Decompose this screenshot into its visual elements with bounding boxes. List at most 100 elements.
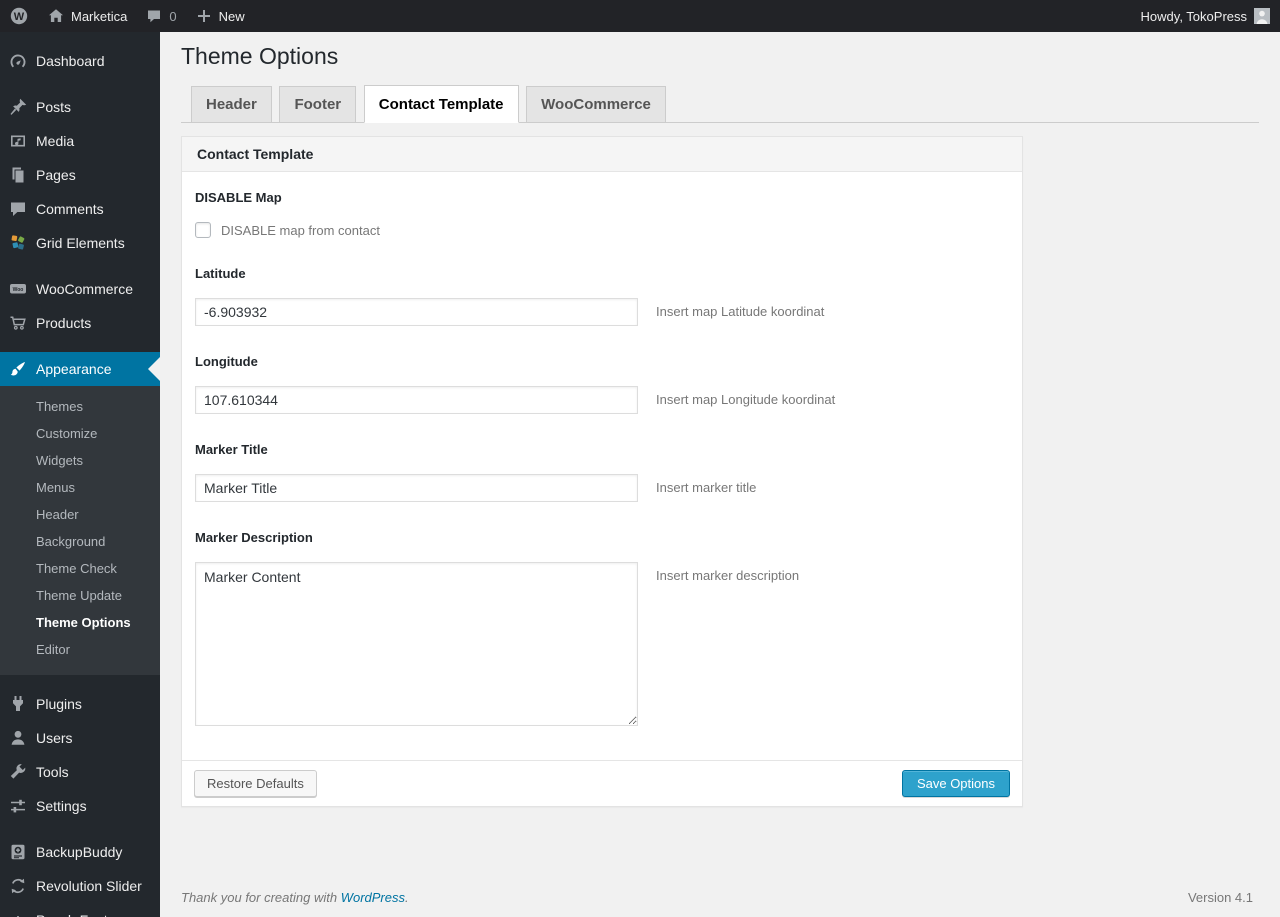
wordpress-link[interactable]: WordPress <box>341 890 405 905</box>
howdy-label: Howdy, TokoPress <box>1140 8 1247 24</box>
disable-map-checkbox[interactable] <box>195 222 211 238</box>
field-hint: Insert map Latitude koordinat <box>656 304 825 319</box>
svg-text:W: W <box>14 11 25 23</box>
main-content: Theme Options Header Footer Contact Temp… <box>160 0 1280 917</box>
submenu-item-background[interactable]: Background <box>0 528 160 555</box>
tab-footer[interactable]: Footer <box>279 86 357 122</box>
home-icon <box>47 7 65 25</box>
comments-counter[interactable]: 0 <box>136 0 185 32</box>
wrench-icon <box>8 762 28 782</box>
pages-icon <box>8 165 28 185</box>
save-options-button[interactable]: Save Options <box>901 770 1010 797</box>
site-name-label: Marketica <box>71 8 128 24</box>
page-footer: Thank you for creating with WordPress. V… <box>181 890 1253 905</box>
page-title: Theme Options <box>181 43 339 69</box>
sidebar-item-revolution-slider[interactable]: Revolution Slider <box>0 869 160 903</box>
field-hint: Insert marker description <box>656 568 800 583</box>
comments-icon <box>8 199 28 219</box>
sidebar-item-pages[interactable]: Pages <box>0 158 160 192</box>
submenu-item-theme-check[interactable]: Theme Check <box>0 555 160 582</box>
longitude-input[interactable] <box>195 386 638 414</box>
sidebar-item-woocommerce[interactable]: Woo WooCommerce <box>0 272 160 306</box>
sidebar-item-comments[interactable]: Comments <box>0 192 160 226</box>
menu-separator <box>0 823 160 835</box>
svg-text:A: A <box>14 913 23 917</box>
letter-a-icon: A <box>8 910 28 917</box>
latitude-input[interactable] <box>195 298 638 326</box>
sliders-icon <box>8 796 28 816</box>
wordpress-logo-menu[interactable]: W <box>0 0 38 32</box>
checkbox-row: DISABLE map from contact <box>195 222 1009 238</box>
sidebar-item-label: BackupBuddy <box>36 844 123 860</box>
sidebar-item-label: Tools <box>36 764 69 780</box>
submenu-item-themes[interactable]: Themes <box>0 393 160 420</box>
tab-contact-template[interactable]: Contact Template <box>363 85 519 123</box>
sidebar-item-label: Grid Elements <box>36 235 125 251</box>
new-label: New <box>218 8 245 24</box>
contact-template-panel: Contact Template DISABLE Map DISABLE map… <box>181 136 1023 807</box>
field-latitude: Latitude Insert map Latitude koordinat <box>195 266 1009 326</box>
panel-footer: Restore Defaults Save Options <box>182 760 1022 806</box>
submenu-item-theme-options[interactable]: Theme Options <box>0 609 160 636</box>
version-label: Version 4.1 <box>1187 890 1253 905</box>
footer-thanks-text: Thank you for creating with <box>181 890 341 905</box>
sidebar-item-users[interactable]: Users <box>0 721 160 755</box>
sidebar-item-tools[interactable]: Tools <box>0 755 160 789</box>
sidebar-item-products[interactable]: Products <box>0 306 160 340</box>
wordpress-logo-icon: W <box>9 6 29 26</box>
marker-description-textarea[interactable]: Marker Content <box>195 562 638 726</box>
site-name-link[interactable]: Marketica <box>38 0 136 32</box>
submenu-item-editor[interactable]: Editor <box>0 636 160 663</box>
field-disable-map: DISABLE Map DISABLE map from contact <box>195 190 1009 238</box>
comment-count: 0 <box>169 8 177 24</box>
field-label: Latitude <box>195 266 246 281</box>
sidebar-item-punch-fonts[interactable]: A Punch Fonts <box>0 903 160 917</box>
sidebar-item-media[interactable]: Media <box>0 124 160 158</box>
tab-woocommerce[interactable]: WooCommerce <box>526 86 666 122</box>
sidebar-item-label: Settings <box>36 798 87 814</box>
appearance-brush-icon <box>8 359 28 379</box>
sidebar-item-plugins[interactable]: Plugins <box>0 687 160 721</box>
field-hint: Insert marker title <box>656 480 757 495</box>
refresh-arrows-icon <box>8 876 28 896</box>
sidebar-item-label: Media <box>36 133 75 149</box>
field-marker-description: Marker Description Marker Content Insert… <box>195 530 1009 726</box>
sidebar-item-appearance[interactable]: Appearance <box>0 352 160 386</box>
comment-bubble-icon <box>145 7 163 25</box>
menu-separator <box>0 675 160 687</box>
current-menu-arrow <box>148 357 160 381</box>
dashboard-icon <box>8 51 28 71</box>
sidebar: Dashboard Posts Media Pages Comments Gri… <box>0 32 160 917</box>
sidebar-item-label: Punch Fonts <box>36 912 115 917</box>
marker-title-input[interactable] <box>195 474 638 502</box>
field-longitude: Longitude Insert map Longitude koordinat <box>195 354 1009 414</box>
submenu-item-header[interactable]: Header <box>0 501 160 528</box>
menu-separator <box>0 78 160 90</box>
sidebar-item-backupbuddy[interactable]: BackupBuddy <box>0 835 160 869</box>
sidebar-item-label: Products <box>36 315 92 331</box>
tab-bar: Header Footer Contact Template WooCommer… <box>181 85 1259 123</box>
submenu-item-menus[interactable]: Menus <box>0 474 160 501</box>
footer-thanks-period: . <box>405 890 409 905</box>
field-label: Longitude <box>195 354 258 369</box>
cart-icon <box>8 313 28 333</box>
sidebar-item-grid-elements[interactable]: Grid Elements <box>0 226 160 260</box>
sidebar-item-settings[interactable]: Settings <box>0 789 160 823</box>
grid-elements-icon <box>8 233 28 253</box>
sidebar-item-posts[interactable]: Posts <box>0 90 160 124</box>
submenu-item-customize[interactable]: Customize <box>0 420 160 447</box>
menu-separator <box>0 260 160 272</box>
pushpin-icon <box>8 97 28 117</box>
tab-header[interactable]: Header <box>191 86 272 122</box>
field-label: Marker Title <box>195 442 268 457</box>
submenu-item-widgets[interactable]: Widgets <box>0 447 160 474</box>
account-menu[interactable]: Howdy, TokoPress <box>1141 8 1270 24</box>
restore-defaults-button[interactable]: Restore Defaults <box>194 770 317 797</box>
sidebar-item-label: Pages <box>36 167 76 183</box>
submenu-item-theme-update[interactable]: Theme Update <box>0 582 160 609</box>
user-icon <box>8 728 28 748</box>
new-content-menu[interactable]: New <box>186 0 254 32</box>
sidebar-item-dashboard[interactable]: Dashboard <box>0 44 160 78</box>
admin-bar-left: W Marketica 0 New <box>0 0 254 32</box>
field-label: DISABLE Map <box>195 190 282 205</box>
